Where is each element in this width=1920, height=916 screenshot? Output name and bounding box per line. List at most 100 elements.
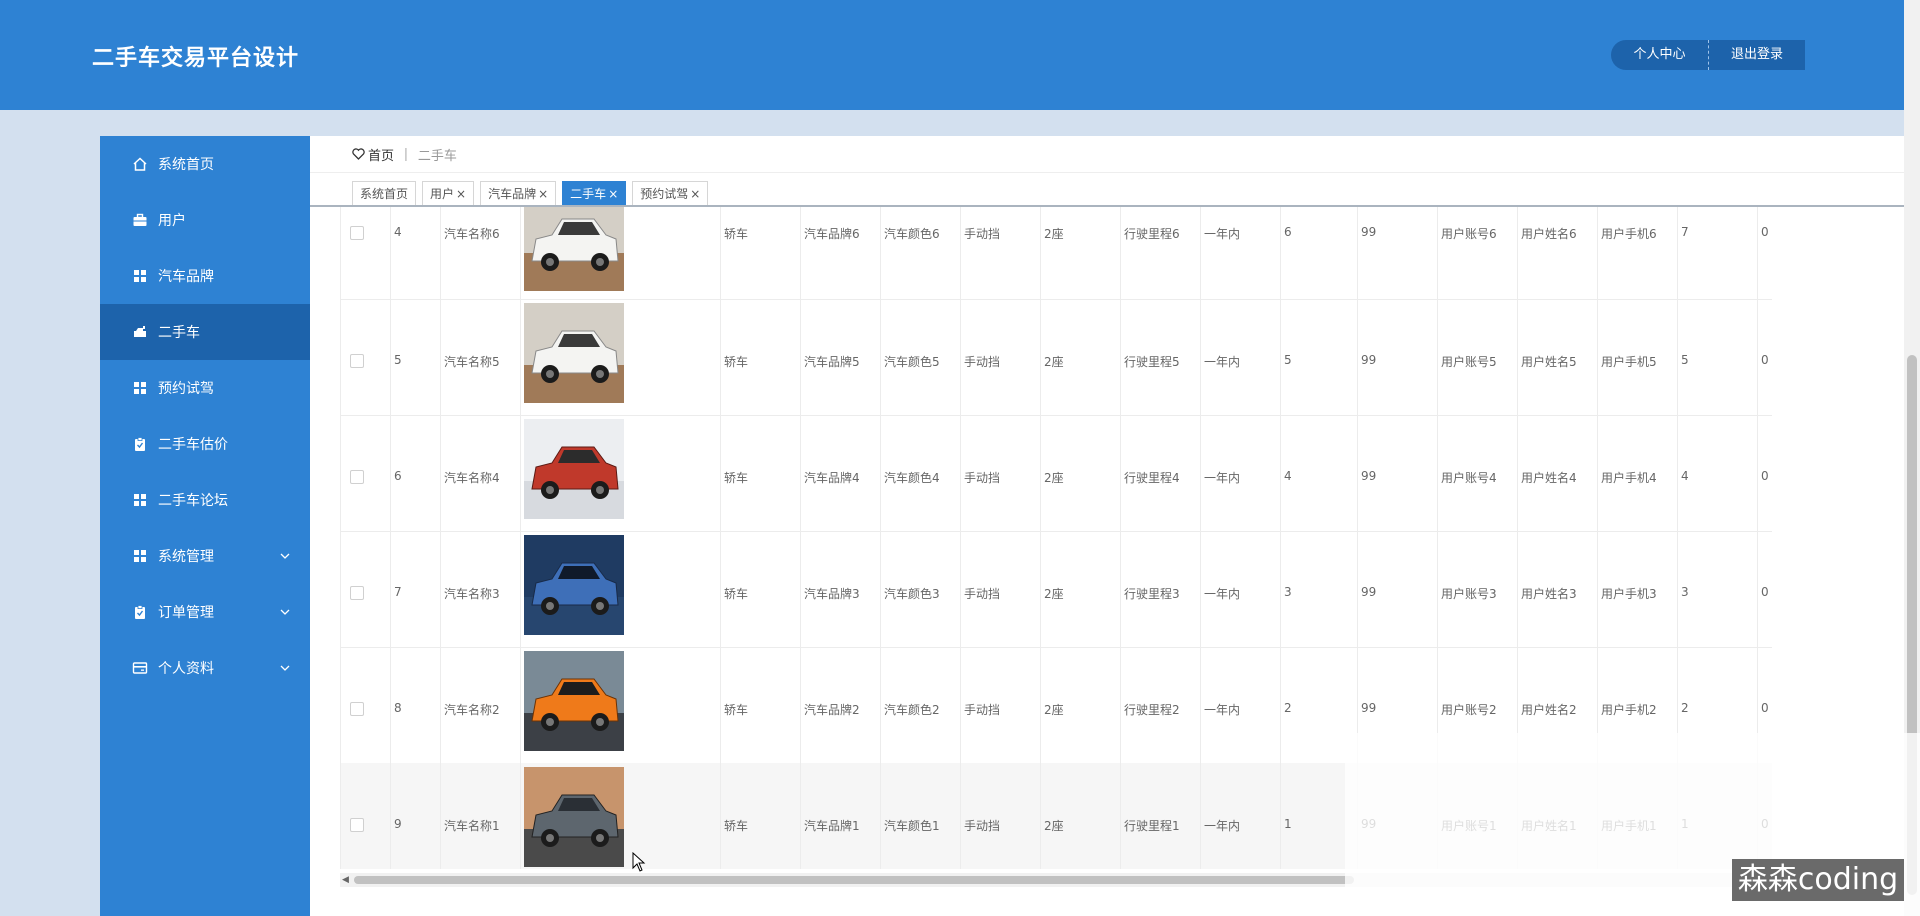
cell-text: 轿车	[724, 355, 749, 369]
cell-text: 汽车品牌3	[804, 587, 860, 601]
cell-text: 行驶里程4	[1124, 471, 1180, 485]
cell-text: 汽车名称5	[444, 355, 500, 369]
cell-text: 轿车	[724, 471, 749, 485]
tab-2[interactable]: 汽车品牌 ×	[480, 181, 557, 207]
cell-text: 行驶里程2	[1124, 703, 1180, 717]
cell-brand: 汽车品牌5	[800, 299, 880, 415]
cell-color: 汽车颜色4	[880, 415, 960, 531]
cell-text: 99	[1361, 585, 1377, 599]
cell-account: 用户账号5	[1437, 299, 1517, 415]
sidebar-item[interactable]: 系统管理	[100, 528, 310, 584]
cell-text: 用户手机5	[1601, 355, 1657, 369]
cell-name: 汽车名称3	[440, 531, 520, 647]
cell-name: 汽车名称1	[440, 763, 520, 869]
cell-text: 4	[1681, 469, 1689, 483]
tab-3[interactable]: 二手车 ×	[562, 181, 627, 207]
cell-age: 一年内	[1200, 647, 1280, 763]
cell-username: 用户姓名6	[1517, 207, 1597, 299]
cell-img	[520, 415, 720, 531]
cell-username: 用户姓名4	[1517, 415, 1597, 531]
cell-name: 汽车名称6	[440, 207, 520, 299]
cell-type: 轿车	[720, 647, 800, 763]
cell-text: 汽车颜色2	[884, 703, 940, 717]
cell-text: 手动挡	[964, 471, 1001, 485]
row-checkbox[interactable]	[350, 470, 364, 484]
cell-text: 轿车	[724, 819, 749, 833]
cell-text: 汽车名称6	[444, 227, 500, 241]
cell-text: 汽车颜色6	[884, 227, 940, 241]
close-icon[interactable]: ×	[456, 187, 466, 201]
cell-n1: 3	[1280, 531, 1357, 647]
profile-center-button[interactable]: 个人中心	[1611, 40, 1709, 70]
sidebar-item[interactable]: 个人资料	[100, 640, 310, 696]
cell-text: 2座	[1044, 703, 1064, 717]
cell-text: 一年内	[1204, 471, 1241, 485]
row-checkbox[interactable]	[350, 586, 364, 600]
cell-text: 用户姓名3	[1521, 587, 1577, 601]
clipboard-icon	[131, 603, 149, 621]
top-header: 二手车交易平台设计 个人中心 退出登录	[0, 0, 1904, 110]
cell-no: 6	[390, 415, 440, 531]
table-row: 6 汽车名称4 轿车 汽车品牌4 汽车颜色4 手动挡 2座 行驶里程4 一年内 4 99 用户账号4 用…	[340, 415, 1772, 532]
cell-text: 汽车颜色1	[884, 819, 940, 833]
cell-age: 一年内	[1200, 763, 1280, 869]
sidebar-item[interactable]: 汽车品牌	[100, 248, 310, 304]
row-checkbox[interactable]	[350, 818, 364, 832]
car-photo	[524, 651, 624, 751]
tab-1[interactable]: 用户 ×	[422, 181, 475, 207]
sidebar-item[interactable]: 系统首页	[100, 136, 310, 192]
cell-account: 用户账号4	[1437, 415, 1517, 531]
sidebar-item[interactable]: 预约试驾	[100, 360, 310, 416]
logout-button[interactable]: 退出登录	[1709, 40, 1805, 70]
cell-type: 轿车	[720, 299, 800, 415]
cell-text: 3	[1681, 585, 1689, 599]
tab-0[interactable]: 系统首页	[352, 181, 417, 207]
cell-img	[520, 299, 720, 415]
cell-mileage: 行驶里程2	[1120, 647, 1200, 763]
divider	[310, 172, 1904, 173]
row-checkbox[interactable]	[350, 702, 364, 716]
sidebar-item[interactable]: 二手车论坛	[100, 472, 310, 528]
scroll-left-icon[interactable]: ◀	[342, 873, 349, 887]
tab-4[interactable]: 预约试驾 ×	[632, 181, 709, 207]
tab-label: 系统首页	[360, 187, 409, 201]
cell-text: 手动挡	[964, 587, 1001, 601]
cell-select	[340, 647, 390, 763]
car-photo	[524, 303, 624, 403]
row-checkbox[interactable]	[350, 226, 364, 240]
row-checkbox[interactable]	[350, 354, 364, 368]
sidebar-item[interactable]: 订单管理	[100, 584, 310, 640]
cell-text: 汽车品牌5	[804, 355, 860, 369]
scrollbar-thumb[interactable]	[354, 876, 1354, 884]
cell-text: 用户账号4	[1441, 471, 1497, 485]
close-icon[interactable]: ×	[608, 187, 618, 201]
cell-text: 2座	[1044, 227, 1064, 241]
breadcrumb-home[interactable]: 首页	[352, 145, 394, 164]
cell-text: 5	[1284, 353, 1292, 367]
cell-text: 4	[394, 225, 402, 239]
cell-text: 0	[1761, 225, 1769, 239]
header-actions: 个人中心 退出登录	[1611, 40, 1805, 70]
cell-text: 1	[1284, 817, 1292, 831]
cell-text: 手动挡	[964, 355, 1001, 369]
cell-select	[340, 207, 390, 299]
cell-text: 2座	[1044, 471, 1064, 485]
cell-text: 用户手机4	[1601, 471, 1657, 485]
sidebar-item-label: 二手车	[158, 325, 200, 341]
sidebar-item[interactable]: 二手车估价	[100, 416, 310, 472]
cell-seats: 2座	[1040, 647, 1120, 763]
cell-no: 5	[390, 299, 440, 415]
app-title: 二手车交易平台设计	[92, 46, 300, 71]
cell-n3: 4	[1677, 415, 1757, 531]
sidebar-item[interactable]: 用户	[100, 192, 310, 248]
sidebar-item-label: 系统管理	[158, 549, 214, 565]
sidebar-item[interactable]: 二手车	[100, 304, 310, 360]
cell-text: 4	[1284, 469, 1292, 483]
cell-select	[340, 415, 390, 531]
cell-brand: 汽车品牌3	[800, 531, 880, 647]
cell-gear: 手动挡	[960, 415, 1040, 531]
close-icon[interactable]: ×	[538, 187, 548, 201]
cell-text: 99	[1361, 353, 1377, 367]
cell-text: 0	[1761, 469, 1769, 483]
close-icon[interactable]: ×	[690, 187, 700, 201]
